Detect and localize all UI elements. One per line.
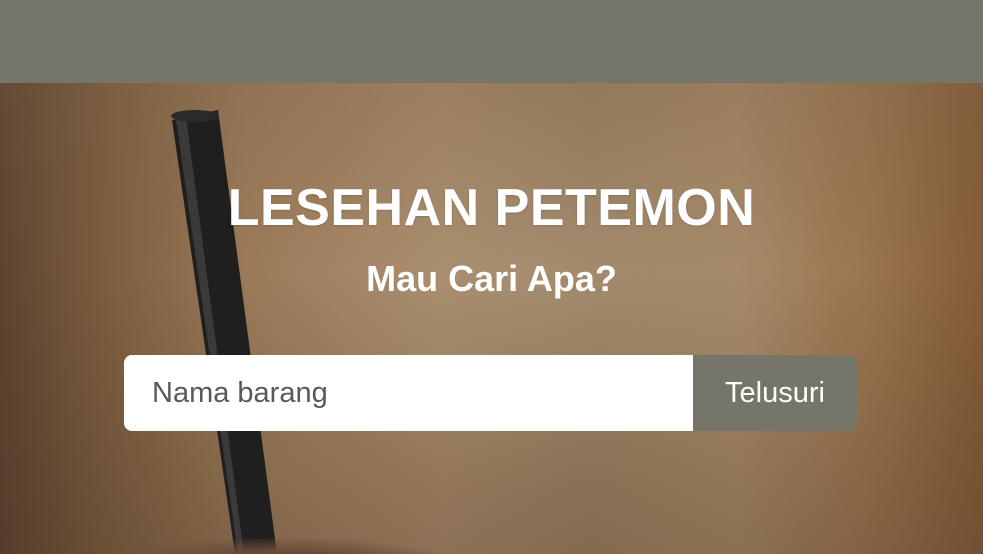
page-title: LESEHAN PETEMON — [227, 179, 756, 237]
background-photo-straw — [171, 110, 277, 554]
hero-banner — [0, 83, 983, 554]
search-button[interactable]: Telusuri — [693, 355, 857, 431]
top-navbar — [0, 0, 983, 83]
search-form: Telusuri — [124, 355, 857, 431]
page: LESEHAN PETEMON Mau Cari Apa? Telusuri — [0, 0, 983, 554]
page-subtitle: Mau Cari Apa? — [366, 258, 617, 299]
search-input[interactable] — [124, 355, 693, 431]
